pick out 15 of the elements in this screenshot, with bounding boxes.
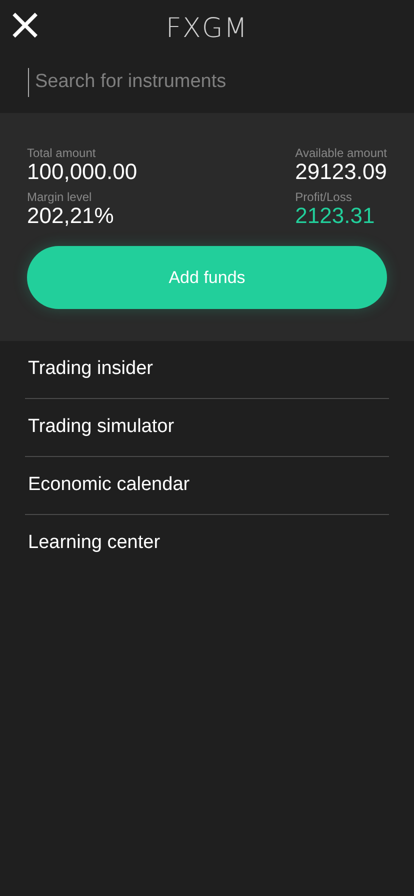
stat-label: Margin level — [27, 190, 93, 204]
menu-item[interactable]: Learning center — [25, 515, 389, 572]
menu-item[interactable]: Trading simulator — [25, 399, 389, 456]
stat-value: 29123.09 — [295, 160, 387, 184]
menu-item[interactable]: Economic calendar — [25, 457, 389, 514]
search-field[interactable]: Search for instruments — [28, 68, 388, 97]
stat-value: 202,21% — [27, 204, 115, 228]
stat-value: 100,000.00 — [27, 160, 138, 184]
close-button[interactable]: × — [10, 9, 40, 41]
stat-label: Available amount — [295, 146, 387, 160]
stat-label: Profit/Loss — [295, 190, 353, 204]
logo: FXGM — [166, 14, 248, 42]
stat-value: 2123.31 — [295, 204, 376, 228]
menu-item[interactable]: Trading insider — [25, 341, 389, 398]
stat-label: Total amount — [27, 146, 97, 160]
